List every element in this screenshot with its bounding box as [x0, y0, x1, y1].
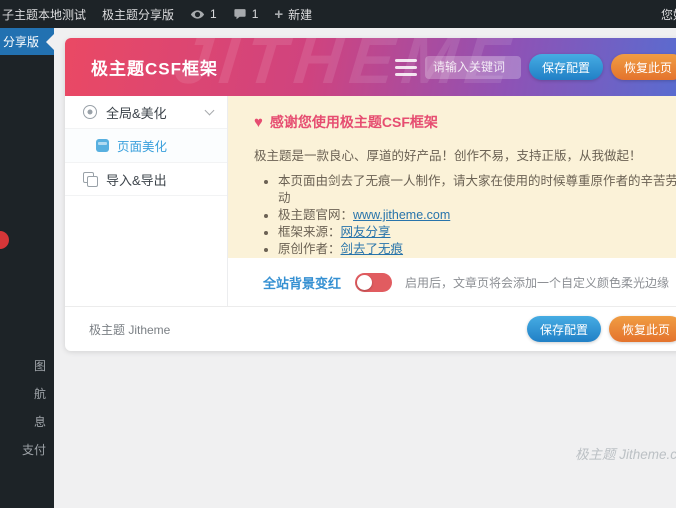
adminbar-comment-counter[interactable]: 1	[233, 7, 259, 21]
adminbar-view-counter[interactable]: 1	[190, 7, 217, 22]
heart-icon: ♥	[254, 113, 263, 131]
setting-row-site-background: 全站背景变红 启用后，文章页将会添加一个自定义颜色柔光边缘	[228, 258, 676, 306]
active-item-arrow-icon	[46, 33, 54, 50]
nav-item-import-export[interactable]: 导入&导出	[65, 163, 227, 196]
adminbar-right: 您好	[661, 0, 676, 28]
sidebar-item-fragment[interactable]: 支付	[22, 441, 46, 458]
comment-count: 1	[251, 7, 259, 21]
notice-title: ♥ 感谢您使用极主题CSF框架	[254, 112, 676, 132]
panel-nav: 全局&美化 页面美化 导入&导出	[65, 96, 228, 306]
screen: 子主题本地测试 极主题分享版 1 1 + 新建 您好	[0, 0, 676, 508]
bullet-label: 原创作者：	[278, 242, 341, 256]
search-input[interactable]	[425, 55, 521, 79]
update-badge	[0, 231, 9, 249]
sidebar-item-fragment[interactable]: 图	[34, 357, 46, 374]
bullet-label: 极主题官网：	[278, 208, 354, 222]
list-item: 本页面由剑去了无痕一人制作，请大家在使用的时候尊重原作者的辛苦劳动	[278, 173, 676, 207]
plus-icon: +	[274, 5, 284, 23]
reset-section-button-footer[interactable]: 恢复此页	[609, 316, 676, 342]
official-site-link[interactable]: www.jitheme.com	[353, 208, 450, 222]
setting-description: 启用后，文章页将会添加一个自定义颜色柔光边缘	[405, 275, 670, 290]
adminbar-theme-link[interactable]: 极主题分享版	[102, 6, 174, 23]
view-count: 1	[210, 7, 217, 21]
nav-item-page-beautify[interactable]: 页面美化	[65, 129, 227, 163]
panel-header: JITHEME 极主题CSF框架 保存配置 恢复此页 恢复全部	[65, 38, 676, 96]
chevron-down-icon	[204, 105, 215, 116]
page-icon	[96, 139, 109, 152]
bullet-text: 本页面由剑去了无痕一人制作，请大家在使用的时候尊重原作者的辛苦劳动	[278, 174, 676, 205]
adminbar-greeting[interactable]: 您好	[661, 6, 676, 23]
list-item: 极主题官网：www.jitheme.com	[278, 207, 676, 224]
nav-import-label: 导入&导出	[106, 172, 167, 188]
notice-list: 本页面由剑去了无痕一人制作，请大家在使用的时候尊重原作者的辛苦劳动 极主题官网：…	[254, 173, 676, 258]
save-config-button-footer[interactable]: 保存配置	[527, 316, 602, 342]
wp-sidebar: 分享版 图 航 息 支付	[0, 28, 54, 508]
sidebar-item-active-theme[interactable]: 分享版	[0, 28, 54, 55]
sidebar-active-label: 分享版	[2, 35, 39, 49]
footer-brand: 极主题 Jitheme	[89, 322, 171, 337]
framework-source-link[interactable]: 网友分享	[341, 225, 391, 239]
toggle-knob	[357, 274, 373, 290]
panel-title: 极主题CSF框架	[91, 59, 218, 79]
new-label: 新建	[288, 7, 313, 22]
notice-title-text: 感谢您使用极主题CSF框架	[269, 114, 438, 130]
bullet-label: 框架来源：	[278, 225, 341, 239]
list-item: 框架来源：网友分享	[278, 224, 676, 241]
adminbar-new-button[interactable]: + 新建	[274, 6, 312, 23]
sidebar-item-fragment[interactable]: 息	[34, 413, 46, 430]
setting-label: 全站背景变红	[263, 275, 342, 291]
save-config-button[interactable]: 保存配置	[529, 54, 604, 80]
notice-intro: 极主题是一款良心、厚道的好产品！创作不易，支持正版，从我做起！	[254, 149, 642, 163]
adminbar-left: 子主题本地测试 极主题分享版 1 1 + 新建	[0, 6, 312, 23]
eye-icon	[190, 9, 205, 19]
header-controls: 保存配置 恢复此页 恢复全部	[395, 38, 676, 96]
reset-section-button[interactable]: 恢复此页	[611, 54, 676, 80]
target-icon	[83, 105, 97, 119]
original-author-link[interactable]: 剑去了无痕	[341, 242, 404, 256]
list-item: 原创作者：剑去了无痕	[278, 241, 676, 258]
csf-panel: JITHEME 极主题CSF框架 保存配置 恢复此页 恢复全部 全局&美化 页面…	[65, 38, 676, 351]
welcome-notice: ♥ 感谢您使用极主题CSF框架 极主题是一款良心、厚道的好产品！创作不易，支持正…	[228, 96, 676, 258]
menu-icon[interactable]	[395, 58, 417, 76]
panel-footer: 极主题 Jitheme 保存配置 恢复此页 恢复全部	[65, 306, 676, 351]
copy-icon	[83, 171, 98, 187]
nav-sub-label: 页面美化	[117, 140, 168, 154]
sidebar-item-fragment[interactable]: 航	[34, 385, 46, 402]
comment-icon	[234, 9, 246, 20]
admin-bar: 子主题本地测试 极主题分享版 1 1 + 新建 您好	[0, 0, 676, 28]
nav-group-global-beautify[interactable]: 全局&美化	[65, 96, 227, 129]
nav-group-label: 全局&美化	[106, 105, 167, 121]
background-toggle[interactable]	[355, 272, 393, 292]
adminbar-site-name[interactable]: 子主题本地测试	[2, 6, 86, 23]
page-watermark: 极主题 Jitheme.c	[575, 447, 676, 462]
footer-buttons: 保存配置 恢复此页 恢复全部	[527, 307, 676, 351]
